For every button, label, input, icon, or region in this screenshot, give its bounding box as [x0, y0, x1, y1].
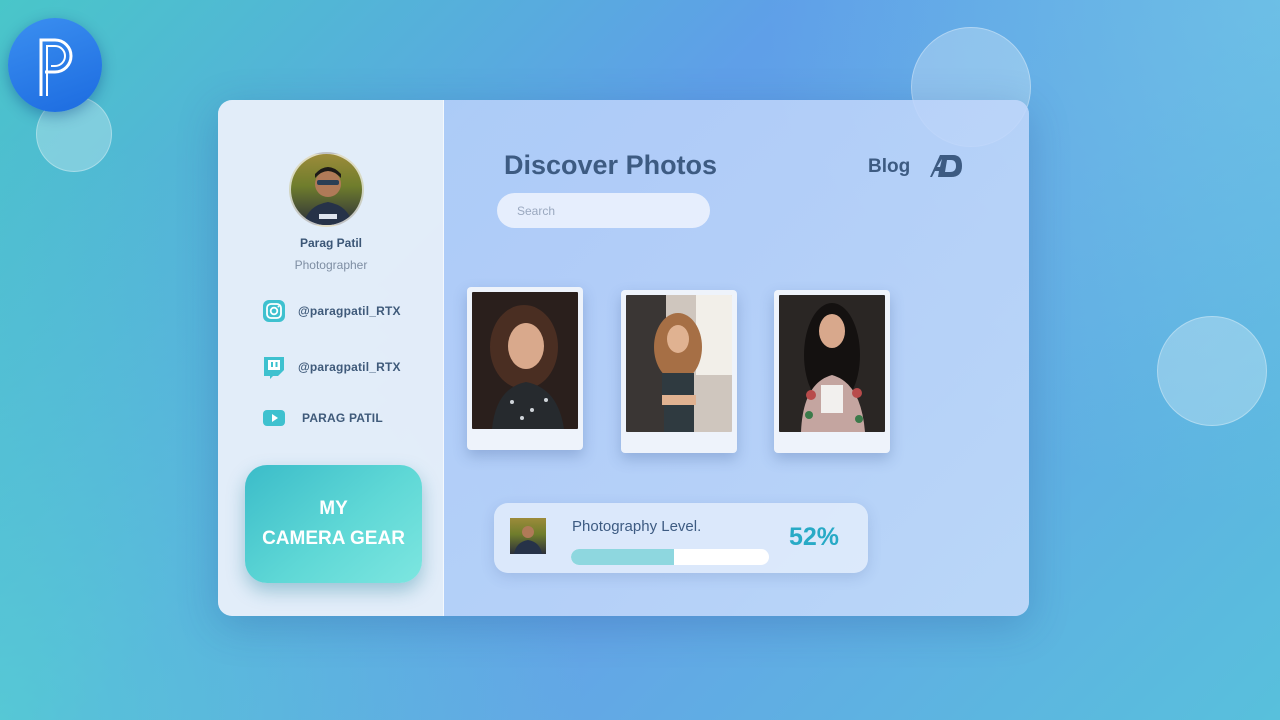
gear-button-line1: MY — [319, 498, 348, 519]
avatar[interactable] — [289, 152, 364, 227]
level-label: Photography Level. — [572, 518, 702, 535]
twitch-icon — [262, 355, 286, 379]
social-link-youtube[interactable]: PARAG PATIL — [262, 405, 383, 431]
dashboard-card: Parag Patil Photographer @paragpatil_RTX — [218, 100, 1029, 616]
my-camera-gear-button[interactable]: MY CAMERA GEAR — [245, 465, 422, 583]
level-progress-track — [571, 549, 769, 565]
social-label-instagram: @paragpatil_RTX — [298, 304, 401, 318]
profile-role: Photographer — [294, 258, 368, 272]
photo-card[interactable] — [621, 290, 737, 453]
sidebar: Parag Patil Photographer @paragpatil_RTX — [218, 100, 444, 616]
photo-image — [626, 295, 732, 432]
main-content: Discover Photos Blog Search Photography … — [444, 100, 1029, 616]
level-value: 52% — [789, 523, 840, 551]
social-label-twitch: @paragpatil_RTX — [298, 360, 401, 374]
youtube-icon — [262, 406, 286, 430]
social-label-youtube: PARAG PATIL — [302, 411, 383, 425]
profile-name: Parag Patil — [299, 236, 363, 250]
level-avatar — [510, 518, 546, 554]
picsart-logo-icon — [8, 18, 102, 112]
bubble-decoration — [1157, 316, 1267, 426]
social-link-instagram[interactable]: @paragpatil_RTX — [262, 298, 401, 324]
gear-button-line2: CAMERA GEAR — [262, 528, 405, 549]
photo-image — [779, 295, 885, 432]
search-input[interactable] — [497, 193, 710, 228]
photo-card[interactable] — [467, 287, 583, 450]
nav-link-blog[interactable]: Blog — [868, 156, 910, 178]
social-link-twitch[interactable]: @paragpatil_RTX — [262, 354, 401, 380]
photography-level-card: Photography Level. 52% — [494, 503, 868, 573]
photo-image — [472, 292, 578, 429]
instagram-icon — [262, 299, 286, 323]
ad-brand-icon[interactable] — [928, 153, 964, 179]
level-progress-fill — [571, 549, 674, 565]
photo-card[interactable] — [774, 290, 890, 453]
page-title: Discover Photos — [504, 150, 718, 180]
